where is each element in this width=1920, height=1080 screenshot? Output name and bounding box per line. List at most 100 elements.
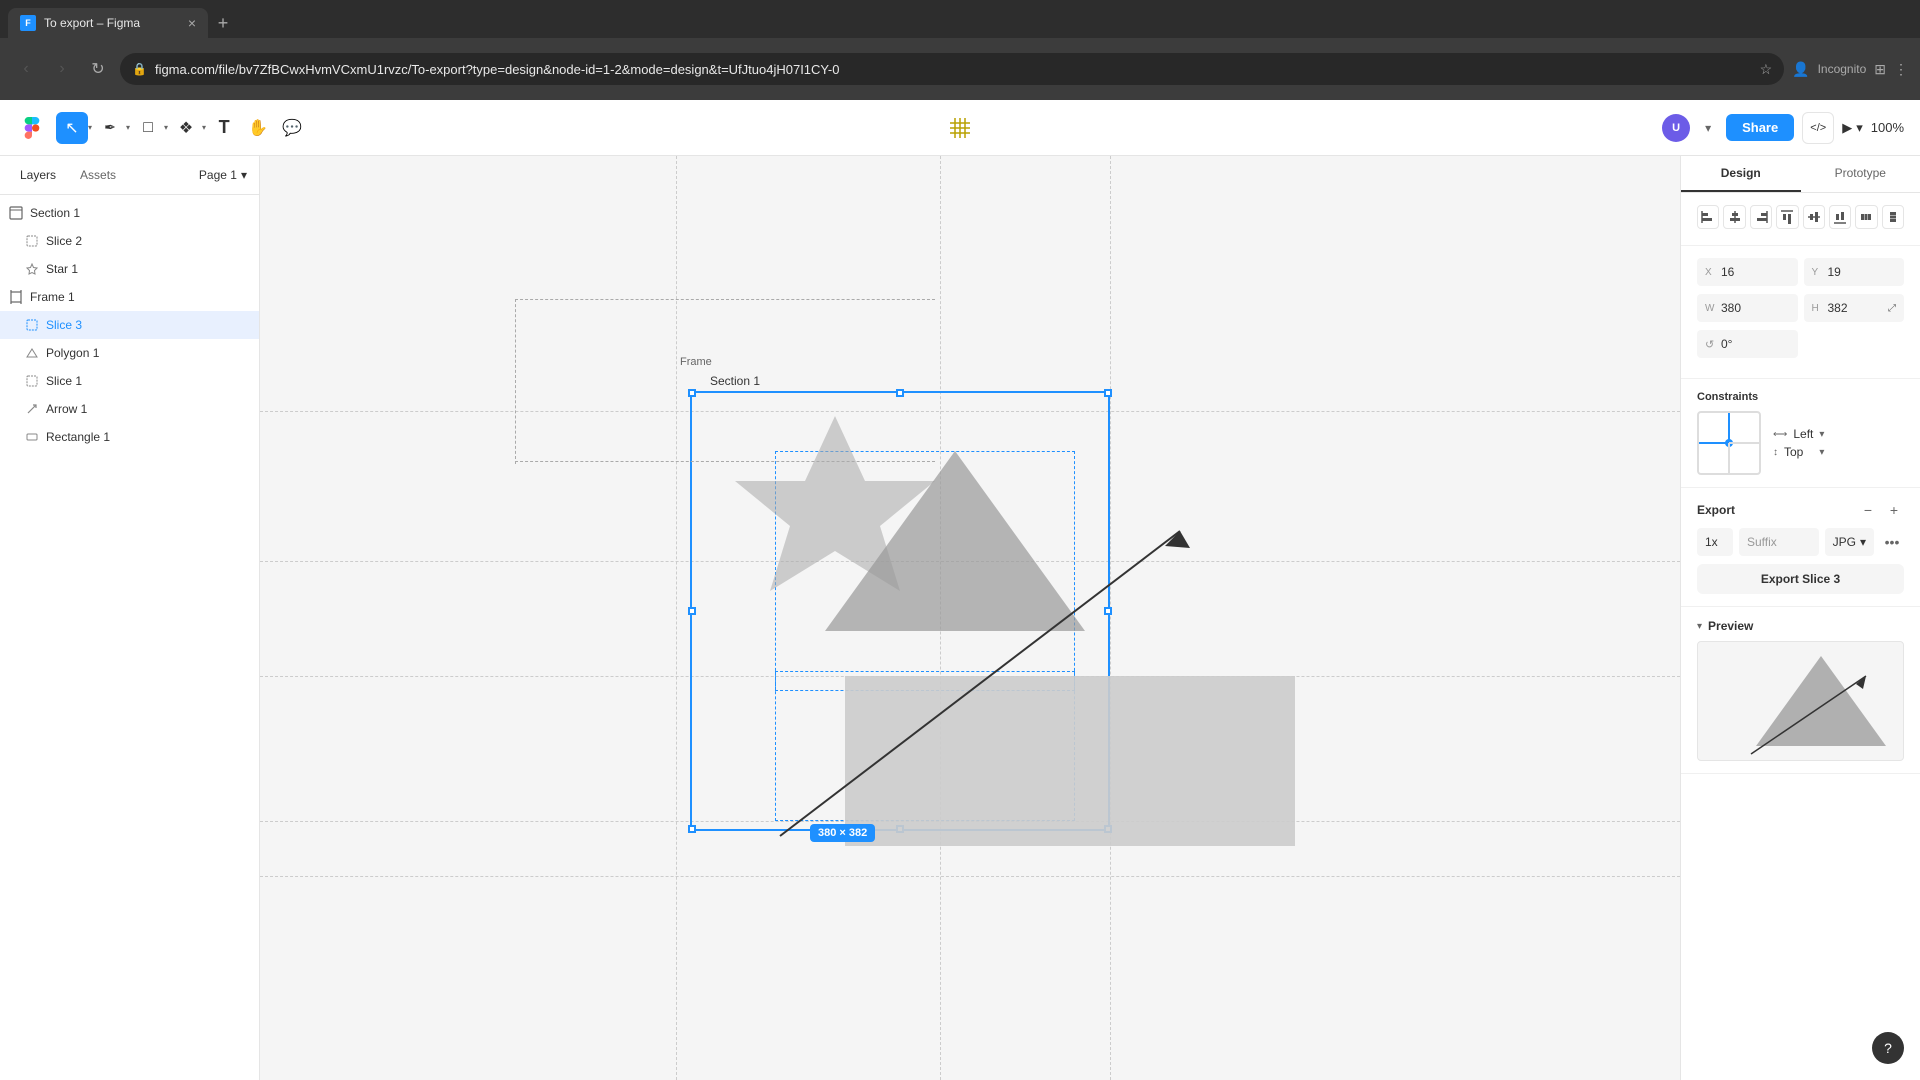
align-left-btn[interactable] bbox=[1697, 205, 1719, 229]
grid-snap-btn[interactable] bbox=[936, 104, 984, 152]
help-button[interactable]: ? bbox=[1872, 1032, 1904, 1064]
code-view-btn[interactable]: </> bbox=[1802, 112, 1834, 144]
rect-tool[interactable]: □ ▾ bbox=[132, 112, 168, 144]
menu-icon[interactable]: ⋮ bbox=[1894, 61, 1908, 78]
pen-tool-btn[interactable]: ✒ bbox=[94, 112, 126, 144]
pen-dropdown-arrow: ▾ bbox=[126, 123, 130, 132]
y-field[interactable]: Y 19 bbox=[1804, 258, 1905, 286]
rect-tool-btn[interactable]: □ bbox=[132, 112, 164, 144]
layer-item-slice2[interactable]: Slice 2 bbox=[0, 227, 259, 255]
export-suffix-placeholder: Suffix bbox=[1747, 535, 1777, 549]
h-field[interactable]: H 382 ⤢ bbox=[1804, 294, 1905, 322]
layer-item-frame1[interactable]: Frame 1 bbox=[0, 283, 259, 311]
reload-icon: ↻ bbox=[91, 59, 104, 79]
h-label: H bbox=[1812, 303, 1824, 314]
alignment-section bbox=[1681, 193, 1920, 246]
layer-item-slice1[interactable]: Slice 1 bbox=[0, 367, 259, 395]
constraint-v-field[interactable]: ↕ Top ▾ bbox=[1773, 445, 1824, 459]
lock-aspect-icon: ⤢ bbox=[1888, 303, 1896, 314]
constraints-box: ⟷ Left ▾ ↕ Top ▾ bbox=[1697, 411, 1904, 475]
align-center-h-btn[interactable] bbox=[1723, 205, 1745, 229]
section-icon bbox=[8, 205, 24, 221]
comment-tool-btn[interactable]: 💬 bbox=[276, 112, 308, 144]
layer-item-section1[interactable]: Section 1 bbox=[0, 199, 259, 227]
browser-reload-btn[interactable]: ↻ bbox=[84, 55, 112, 83]
panel-tabs: Design Prototype bbox=[1681, 156, 1920, 193]
cursor-tool[interactable]: ↖ ▾ bbox=[56, 112, 92, 144]
browser-tab-close-btn[interactable]: × bbox=[188, 15, 196, 31]
distribute-v-btn[interactable] bbox=[1882, 205, 1904, 229]
select-tool-btn[interactable]: ↖ bbox=[56, 112, 88, 144]
h-value: 382 bbox=[1828, 301, 1885, 315]
align-right-btn[interactable] bbox=[1750, 205, 1772, 229]
play-button[interactable]: ▶ ▾ bbox=[1842, 120, 1863, 136]
profile-icon[interactable]: 👤 bbox=[1792, 61, 1809, 78]
new-tab-button[interactable]: + bbox=[208, 8, 238, 38]
toolbar-right: U ▾ Share </> ▶ ▾ 100% bbox=[1000, 112, 1904, 144]
export-format-field[interactable]: JPG ▾ bbox=[1825, 528, 1874, 556]
hand-icon: ✋ bbox=[248, 118, 268, 138]
url-display: figma.com/file/bv7ZfBCwxHvmVCxmU1rvzc/To… bbox=[155, 62, 1752, 77]
layer-item-star1[interactable]: Star 1 bbox=[0, 255, 259, 283]
page-dropdown[interactable]: Page 1 ▾ bbox=[199, 164, 247, 186]
extensions-icon[interactable]: ⊞ bbox=[1874, 61, 1886, 78]
rect-icon: □ bbox=[143, 119, 153, 137]
align-top-btn[interactable] bbox=[1776, 205, 1798, 229]
export-plus-btn[interactable]: + bbox=[1884, 500, 1904, 520]
align-bottom-btn[interactable] bbox=[1829, 205, 1851, 229]
figma-logo[interactable] bbox=[16, 112, 48, 144]
text-tool-btn[interactable]: T bbox=[208, 112, 240, 144]
pen-tool[interactable]: ✒ ▾ bbox=[94, 112, 130, 144]
align-middle-btn[interactable] bbox=[1803, 205, 1825, 229]
design-tab[interactable]: Design bbox=[1681, 156, 1801, 192]
export-scale-field[interactable]: 1x bbox=[1697, 528, 1733, 556]
prototype-tab[interactable]: Prototype bbox=[1801, 156, 1920, 192]
text-icon: T bbox=[219, 117, 230, 138]
format-chevron: ▾ bbox=[1860, 535, 1866, 549]
component-tool-btn[interactable]: ❖ bbox=[170, 112, 202, 144]
rect-dropdown-arrow: ▾ bbox=[164, 123, 168, 132]
assets-tab[interactable]: Assets bbox=[72, 164, 124, 186]
hand-tool-btn[interactable]: ✋ bbox=[242, 112, 274, 144]
wh-grid: W 380 H 382 ⤢ bbox=[1697, 294, 1904, 322]
browser-tab[interactable]: F To export – Figma × bbox=[8, 8, 208, 38]
browser-tab-title: To export – Figma bbox=[44, 16, 180, 30]
outer-dashed-h1 bbox=[515, 299, 935, 300]
layer-item-slice3[interactable]: Slice 3 bbox=[0, 311, 259, 339]
share-button[interactable]: Share bbox=[1726, 114, 1794, 141]
layers-tab[interactable]: Layers bbox=[12, 164, 64, 186]
polygon-icon bbox=[24, 345, 40, 361]
outer-dashed-v1 bbox=[515, 299, 516, 464]
layer-name-star1: Star 1 bbox=[46, 262, 78, 276]
preview-header[interactable]: ▾ Preview bbox=[1697, 619, 1904, 633]
avatar-dropdown-btn[interactable]: ▾ bbox=[1698, 118, 1718, 138]
rotation-field[interactable]: ↺ 0° bbox=[1697, 330, 1798, 358]
arrow-icon bbox=[24, 401, 40, 417]
canvas-area[interactable]: Frame Section 1 bbox=[260, 156, 1680, 1080]
layer-name-slice2: Slice 2 bbox=[46, 234, 82, 248]
export-minus-btn[interactable]: − bbox=[1858, 500, 1878, 520]
sidebar-tab-bar: Layers Assets Page 1 ▾ bbox=[0, 156, 259, 195]
layer-item-rect1[interactable]: Rectangle 1 bbox=[0, 423, 259, 451]
constraint-v-icon: ↕ bbox=[1773, 447, 1778, 458]
rotation-label: ↺ bbox=[1705, 338, 1717, 351]
browser-forward-btn[interactable]: › bbox=[48, 55, 76, 83]
address-bar[interactable]: 🔒 figma.com/file/bv7ZfBCwxHvmVCxmU1rvzc/… bbox=[120, 53, 1784, 85]
browser-back-btn[interactable]: ‹ bbox=[12, 55, 40, 83]
x-field[interactable]: X 16 bbox=[1697, 258, 1798, 286]
export-slice-btn[interactable]: Export Slice 3 bbox=[1697, 564, 1904, 594]
export-suffix-field[interactable]: Suffix bbox=[1739, 528, 1819, 556]
export-more-btn[interactable]: ••• bbox=[1880, 528, 1904, 556]
layer-item-arrow1[interactable]: Arrow 1 bbox=[0, 395, 259, 423]
w-field[interactable]: W 380 bbox=[1697, 294, 1798, 322]
layer-item-polygon1[interactable]: Polygon 1 bbox=[0, 339, 259, 367]
play-dropdown: ▾ bbox=[1856, 120, 1863, 136]
slice-icon-1 bbox=[24, 373, 40, 389]
distribute-btn[interactable] bbox=[1855, 205, 1877, 229]
cursor-dropdown-arrow: ▾ bbox=[88, 123, 92, 132]
constraint-v-arrow: ▾ bbox=[1819, 447, 1824, 458]
constraint-h-field[interactable]: ⟷ Left ▾ bbox=[1773, 427, 1824, 441]
layer-name-arrow1: Arrow 1 bbox=[46, 402, 87, 416]
component-tool[interactable]: ❖ ▾ bbox=[170, 112, 206, 144]
y-label: Y bbox=[1812, 267, 1824, 278]
